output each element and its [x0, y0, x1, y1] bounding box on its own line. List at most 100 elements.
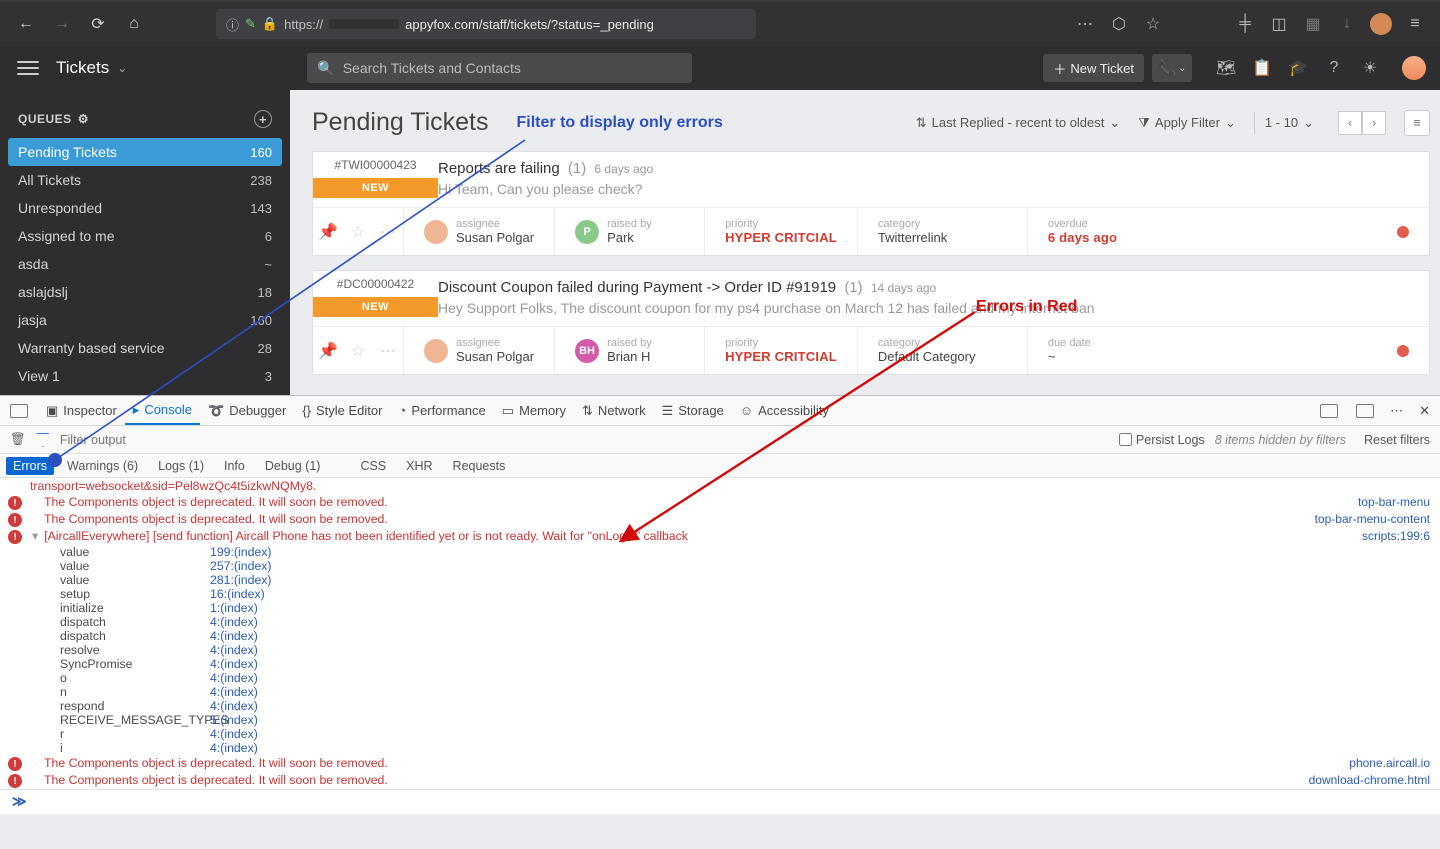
home-button[interactable]: ⌂: [120, 10, 148, 38]
stack-loc[interactable]: 4:(index): [210, 671, 258, 685]
next-page-button[interactable]: ›: [1362, 111, 1386, 135]
page-actions-icon[interactable]: ⋯: [1072, 11, 1098, 37]
devtools-menu-icon[interactable]: ⋯: [1390, 403, 1403, 419]
user-avatar[interactable]: [1402, 56, 1426, 80]
help-icon[interactable]: ?: [1316, 59, 1352, 77]
sort-button[interactable]: ⇅Last Replied - recent to oldest⌄: [910, 112, 1127, 134]
new-ticket-button[interactable]: ＋New Ticket: [1043, 54, 1144, 82]
console-category-warnings[interactable]: Warnings (6): [60, 457, 145, 475]
sidebar-icon[interactable]: ◫: [1266, 11, 1292, 37]
console-category-xhr[interactable]: XHR: [399, 457, 439, 475]
map-icon[interactable]: 🗺: [1208, 58, 1244, 78]
queue-item[interactable]: jasja160: [0, 306, 290, 334]
stack-loc[interactable]: 257:(index): [210, 559, 272, 573]
queue-item[interactable]: Pending Tickets160: [8, 138, 282, 166]
gear-icon[interactable]: ⚙: [78, 112, 89, 126]
dock-side-icon[interactable]: [1356, 404, 1374, 418]
account-avatar[interactable]: [1368, 11, 1394, 37]
main-menu-icon[interactable]: [0, 61, 56, 75]
devtools-tab-debugger[interactable]: ➰Debugger: [200, 396, 294, 425]
clear-console-button[interactable]: 🗑: [10, 432, 26, 447]
more-icon[interactable]: ⋯: [373, 222, 403, 242]
list-view-toggle[interactable]: ≡: [1404, 110, 1430, 136]
theme-icon[interactable]: ☀: [1352, 58, 1388, 78]
console-error-line[interactable]: !▾[AircallEverywhere] [send function] Ai…: [0, 528, 1440, 545]
error-source-link[interactable]: phone.aircall.io: [1329, 756, 1430, 770]
stack-loc[interactable]: 281:(index): [210, 573, 272, 587]
console-category-errors[interactable]: Errors: [6, 457, 54, 475]
ticket-title[interactable]: Discount Coupon failed during Payment ->…: [438, 279, 1415, 296]
reload-button[interactable]: ⟳: [84, 10, 112, 38]
responsive-mode-icon[interactable]: [1320, 404, 1338, 418]
more-icon[interactable]: ⋯: [373, 341, 403, 361]
stack-loc[interactable]: 1:(index): [210, 601, 258, 615]
call-button[interactable]: 📞⌄: [1152, 54, 1192, 82]
education-icon[interactable]: 🎓: [1280, 58, 1316, 78]
stack-loc[interactable]: 4:(index): [210, 615, 258, 629]
close-devtools-button[interactable]: ✕: [1419, 403, 1430, 419]
console-category-css[interactable]: CSS: [353, 457, 393, 475]
filter-icon[interactable]: [36, 433, 50, 447]
address-bar[interactable]: ⓘ ✎ 🔒 https:// appyfox.com/staff/tickets…: [216, 9, 756, 39]
stack-loc[interactable]: 4:(index): [210, 727, 258, 741]
stack-loc[interactable]: 4:(index): [210, 699, 258, 713]
console-error-line[interactable]: transport=websocket&sid=Pel8wzQc4t5izkwN…: [0, 478, 1440, 494]
bookmark-star-icon[interactable]: ☆: [1140, 11, 1166, 37]
console-category-logs[interactable]: Logs (1): [151, 457, 211, 475]
stack-loc[interactable]: 199:(index): [210, 545, 272, 559]
devtools-tab-performance[interactable]: ◔Performance: [390, 396, 493, 425]
queue-item[interactable]: All Tickets238: [0, 166, 290, 194]
console-error-line[interactable]: !The Components object is deprecated. It…: [0, 755, 1440, 772]
queue-item[interactable]: asda~: [0, 250, 290, 278]
ticket-title[interactable]: Reports are failing (1) 6 days ago: [438, 160, 1415, 177]
app-menu-button[interactable]: ≡: [1402, 11, 1428, 37]
page-range[interactable]: 1 - 10⌄: [1254, 112, 1320, 134]
pick-element-icon[interactable]: [10, 404, 28, 418]
reset-filters-button[interactable]: Reset filters: [1364, 433, 1430, 447]
section-title[interactable]: Tickets⌄: [56, 58, 127, 78]
devtools-tab-network[interactable]: ⇅Network: [574, 396, 654, 425]
devtools-tab-accessibility[interactable]: ☺Accessibility: [732, 396, 837, 425]
console-prompt[interactable]: ≫: [0, 789, 1440, 814]
console-filter-input[interactable]: [60, 433, 221, 447]
queue-item[interactable]: Assigned to me6: [0, 222, 290, 250]
console-error-line[interactable]: !The Components object is deprecated. It…: [0, 511, 1440, 528]
devtools-tab-inspector[interactable]: ▣Inspector: [38, 396, 125, 425]
stack-loc[interactable]: 4:(index): [210, 629, 258, 643]
prev-page-button[interactable]: ‹: [1338, 111, 1362, 135]
stack-loc[interactable]: 4:(index): [210, 643, 258, 657]
nav-forward-button[interactable]: →: [48, 10, 76, 38]
stack-loc[interactable]: 4:(index): [210, 685, 258, 699]
ticket-card[interactable]: #DC00000422NEWDiscount Coupon failed dur…: [312, 270, 1430, 375]
pin-icon[interactable]: 📌: [313, 341, 343, 361]
clipboard-icon[interactable]: 📋: [1244, 58, 1280, 78]
error-source-link[interactable]: download-chrome.html: [1289, 773, 1430, 787]
downloads-icon[interactable]: ↓: [1334, 11, 1360, 37]
add-queue-button[interactable]: +: [254, 110, 272, 128]
global-search[interactable]: 🔍 Search Tickets and Contacts: [307, 53, 692, 83]
queue-item[interactable]: View 13: [0, 362, 290, 390]
extensions-icon[interactable]: ▦: [1300, 11, 1326, 37]
ticket-card[interactable]: #TWI00000423NEWReports are failing (1) 6…: [312, 151, 1430, 256]
error-source-link[interactable]: top-bar-menu: [1338, 495, 1430, 509]
star-icon[interactable]: ☆: [343, 222, 373, 242]
nav-back-button[interactable]: ←: [12, 10, 40, 38]
devtools-tab-memory[interactable]: ▭Memory: [494, 396, 574, 425]
devtools-tab-console[interactable]: ▸Console: [125, 396, 200, 425]
console-category-info[interactable]: Info: [217, 457, 252, 475]
stack-loc[interactable]: 4:(index): [210, 741, 258, 755]
error-source-link[interactable]: scripts:199:6: [1342, 529, 1430, 543]
apply-filter-button[interactable]: ⧩Apply Filter⌄: [1132, 112, 1242, 134]
stack-loc[interactable]: 5:(index): [210, 713, 258, 727]
queue-item[interactable]: aslajdslj18: [0, 278, 290, 306]
star-icon[interactable]: ☆: [343, 341, 373, 361]
expand-toggle-icon[interactable]: ▾: [32, 529, 38, 543]
persist-logs-checkbox[interactable]: [1119, 433, 1132, 446]
library-icon[interactable]: ╪: [1232, 11, 1258, 37]
persist-logs-toggle[interactable]: Persist Logs: [1119, 433, 1205, 447]
devtools-tab-storage[interactable]: ☰Storage: [654, 396, 732, 425]
console-category-requests[interactable]: Requests: [446, 457, 513, 475]
pocket-icon[interactable]: ⬡: [1106, 11, 1132, 37]
queue-item[interactable]: Unresponded143: [0, 194, 290, 222]
console-error-line[interactable]: !The Components object is deprecated. It…: [0, 494, 1440, 511]
